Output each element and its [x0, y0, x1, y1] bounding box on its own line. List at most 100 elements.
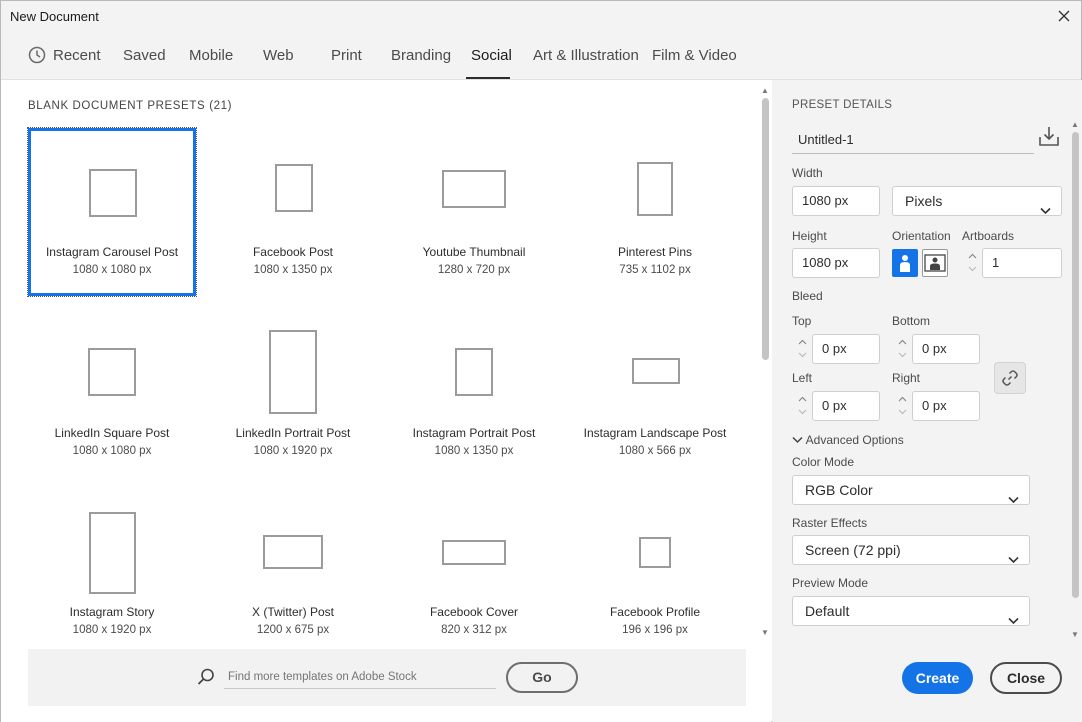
preset-card[interactable]: Facebook Cover 820 x 312 px [390, 490, 558, 658]
preset-name: LinkedIn Portrait Post [235, 426, 351, 440]
scroll-down-icon[interactable]: ▼ [1071, 630, 1079, 639]
tab-social[interactable]: Social [471, 47, 512, 64]
bleed-top-input[interactable]: 0 px [812, 334, 880, 364]
save-preset-icon[interactable] [1038, 125, 1060, 152]
bleed-left-input[interactable]: 0 px [812, 391, 880, 421]
stock-search-input[interactable] [224, 665, 496, 689]
increment-icon[interactable] [966, 250, 978, 262]
preset-thumbnail [637, 162, 673, 216]
link-bleed-button[interactable] [994, 362, 1026, 394]
presets-section-title: BLANK DOCUMENT PRESETS (21) [28, 100, 232, 112]
bleed-right-stepper[interactable] [892, 391, 912, 421]
preset-name: Instagram Carousel Post [45, 245, 179, 259]
preset-card[interactable]: LinkedIn Square Post 1080 x 1080 px [28, 309, 196, 477]
landscape-orientation-button[interactable] [922, 249, 948, 277]
preset-name: Instagram Portrait Post [412, 426, 536, 440]
decrement-icon[interactable] [896, 349, 908, 361]
tab-saved[interactable]: Saved [123, 47, 166, 64]
bleed-label: Bleed [792, 289, 823, 303]
close-window-icon[interactable] [1055, 7, 1073, 25]
artboards-stepper[interactable] [962, 248, 982, 278]
preset-details-panel: PRESET DETAILS Width 1080 px Pixels Heig… [772, 80, 1082, 722]
scroll-up-icon[interactable]: ▲ [761, 86, 769, 95]
preset-card[interactable]: Instagram Portrait Post 1080 x 1350 px [390, 309, 558, 477]
preset-name: X (Twitter) Post [251, 605, 334, 619]
units-dropdown[interactable]: Pixels [892, 186, 1062, 216]
advanced-options-toggle[interactable]: Advanced Options [792, 433, 904, 447]
decrement-icon[interactable] [966, 263, 978, 275]
bleed-left-stepper[interactable] [792, 391, 812, 421]
scroll-thumb[interactable] [1072, 132, 1079, 598]
increment-icon[interactable] [896, 336, 908, 348]
scroll-thumb[interactable] [762, 98, 769, 360]
tab-web[interactable]: Web [263, 47, 294, 64]
bleed-bottom-input[interactable]: 0 px [912, 334, 980, 364]
preset-card[interactable]: Instagram Landscape Post 1080 x 566 px [571, 309, 739, 477]
preset-thumbnail [639, 537, 671, 568]
preset-thumbnail [263, 535, 323, 569]
bleed-bottom-label: Bottom [892, 314, 931, 328]
tab-art-illustration[interactable]: Art & Illustration [533, 47, 639, 64]
color-mode-label: Color Mode [792, 455, 855, 469]
details-scrollbar[interactable]: ▲ ▼ [1070, 120, 1080, 644]
preset-thumbnail [89, 169, 137, 217]
preset-card[interactable]: X (Twitter) Post 1200 x 675 px [209, 490, 377, 658]
preset-dimensions: 735 x 1102 px [619, 264, 691, 276]
preset-card[interactable]: Instagram Carousel Post 1080 x 1080 px [27, 127, 197, 297]
create-button[interactable]: Create [902, 662, 973, 694]
link-icon [1002, 370, 1018, 386]
preset-dimensions: 1080 x 1350 px [253, 264, 333, 276]
preset-card[interactable]: Pinterest Pins 735 x 1102 px [571, 128, 739, 296]
advanced-options-label: Advanced Options [805, 433, 904, 447]
scroll-down-icon[interactable]: ▼ [761, 628, 769, 637]
bleed-bottom-stepper[interactable] [892, 334, 912, 364]
increment-icon[interactable] [896, 393, 908, 405]
preset-thumbnail [89, 512, 136, 594]
decrement-icon[interactable] [796, 406, 808, 418]
increment-icon[interactable] [796, 393, 808, 405]
preview-mode-dropdown[interactable]: Default [792, 596, 1030, 626]
bleed-right-input[interactable]: 0 px [912, 391, 980, 421]
preset-dimensions: 196 x 196 px [622, 624, 688, 636]
scroll-up-icon[interactable]: ▲ [1071, 120, 1079, 129]
close-button[interactable]: Close [990, 662, 1062, 694]
new-document-dialog: New Document Recent Saved Mobile Web Pri… [0, 0, 1082, 722]
preset-dimensions: 1080 x 1080 px [72, 445, 152, 457]
height-input[interactable]: 1080 px [792, 248, 880, 278]
presets-heading: BLANK DOCUMENT PRESETS [28, 100, 206, 112]
orientation-label: Orientation [892, 229, 951, 243]
tab-film-video[interactable]: Film & Video [652, 47, 737, 64]
raster-effects-dropdown[interactable]: Screen (72 ppi) [792, 535, 1030, 565]
preset-card[interactable]: LinkedIn Portrait Post 1080 x 1920 px [209, 309, 377, 477]
artboards-label: Artboards [962, 229, 1015, 243]
preset-dimensions: 1080 x 1920 px [253, 445, 333, 457]
color-mode-dropdown[interactable]: RGB Color [792, 475, 1030, 505]
height-label: Height [792, 229, 827, 243]
bleed-top-stepper[interactable] [792, 334, 812, 364]
tab-print[interactable]: Print [331, 47, 362, 64]
increment-icon[interactable] [796, 336, 808, 348]
portrait-orientation-button[interactable] [892, 249, 918, 277]
document-name-input[interactable] [792, 125, 1034, 154]
preset-card[interactable]: Facebook Post 1080 x 1350 px [209, 128, 377, 296]
chevron-down-icon [1040, 196, 1051, 224]
tab-mobile[interactable]: Mobile [189, 47, 233, 64]
preset-dimensions: 1080 x 1080 px [72, 264, 152, 276]
go-button[interactable]: Go [506, 662, 578, 693]
chevron-down-icon [1008, 606, 1019, 634]
preset-card[interactable]: Youtube Thumbnail 1280 x 720 px [390, 128, 558, 296]
preset-thumbnail [632, 358, 680, 384]
preset-name: Instagram Landscape Post [583, 426, 727, 440]
artboards-input[interactable]: 1 [982, 248, 1062, 278]
width-input[interactable]: 1080 px [792, 186, 880, 216]
preset-name: Youtube Thumbnail [422, 245, 526, 259]
tab-recent[interactable]: Recent [53, 47, 101, 64]
decrement-icon[interactable] [796, 349, 808, 361]
preset-card[interactable]: Instagram Story 1080 x 1920 px [28, 490, 196, 658]
width-label: Width [792, 166, 823, 180]
chevron-down-icon [792, 436, 803, 444]
preset-card[interactable]: Facebook Profile 196 x 196 px [571, 490, 739, 658]
tab-branding[interactable]: Branding [391, 47, 451, 64]
decrement-icon[interactable] [896, 406, 908, 418]
presets-scrollbar[interactable]: ▲ ▼ [760, 86, 770, 643]
